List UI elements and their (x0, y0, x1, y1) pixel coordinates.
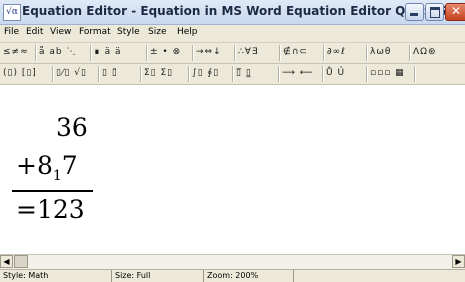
menu-size[interactable]: Size (148, 27, 166, 37)
template-palette-bar: (▯) [▯] ▯⁄▯ √▯ ▯ ▯̈ Σ▯ Σ▯ ∫▯ ∮▯ ▯̅ ▯̲ ⟶ … (0, 64, 465, 85)
maximize-button[interactable] (425, 3, 444, 21)
mixed-number-fraction-part: 7 (61, 151, 78, 180)
close-button[interactable] (445, 3, 465, 21)
products-set-theory-templates-palette[interactable]: Ů Ủ (323, 66, 368, 81)
equation-editor-app-icon: √α (3, 4, 21, 21)
labeled-arrow-templates-palette[interactable]: ⟶ ⟵ (279, 66, 324, 81)
menu-bar: File Edit View Format Style Size Help (0, 25, 465, 43)
fence-templates-palette[interactable]: (▯) [▯] (0, 66, 53, 81)
summation-templates-palette[interactable]: Σ▯ Σ▯ (141, 66, 190, 81)
embellishments-palette[interactable]: ∎ ä ä (91, 45, 147, 60)
scrollbar-thumb[interactable] (14, 255, 28, 268)
horizontal-scrollbar[interactable]: ◀ ▶ (0, 254, 465, 269)
title-bar: √α Equation Editor - Equation in MS Word… (0, 0, 465, 25)
toolbar-divider (414, 66, 415, 82)
equation-line-3: =123 (16, 195, 85, 224)
plus-sign: + (16, 151, 37, 180)
scroll-left-arrow-icon[interactable]: ◀ (0, 255, 13, 268)
status-style: Style: Math (0, 270, 112, 282)
status-bar: Style: Math Size: Full Zoom: 200% (0, 269, 465, 282)
symbol-palette-bar: ≤≠≈ ǟ ab ⋱ ∎ ä ä ± • ⊗ →⇔↓ ∴∀∃ ∉∩⊂ ∂∞ℓ λ… (0, 43, 465, 64)
menu-format[interactable]: Format (79, 27, 111, 37)
greek-lowercase-palette[interactable]: λωθ (367, 45, 411, 60)
greek-uppercase-palette[interactable]: ΛΩ⊛ (410, 45, 465, 60)
operator-symbols-palette[interactable]: ± • ⊗ (147, 45, 194, 60)
spaces-ellipses-palette[interactable]: ǟ ab ⋱ (36, 45, 91, 60)
logical-symbols-palette[interactable]: ∴∀∃ (235, 45, 281, 60)
set-theory-symbols-palette[interactable]: ∉∩⊂ (280, 45, 325, 60)
subscript-superscript-templates-palette[interactable]: ▯ ▯̈ (99, 66, 142, 81)
minimize-button[interactable] (405, 3, 424, 21)
matrix-templates-palette[interactable]: ▫▫▫ ▦ (367, 66, 416, 81)
miscellaneous-symbols-palette[interactable]: ∂∞ℓ (324, 45, 368, 60)
addition-result-line (12, 190, 93, 192)
arrow-symbols-palette[interactable]: →⇔↓ (193, 45, 236, 60)
relational-symbols-palette[interactable]: ≤≠≈ (0, 45, 36, 60)
menu-style[interactable]: Style (117, 27, 140, 37)
equation-line-2: +817 (16, 151, 78, 184)
menu-file[interactable]: File (4, 27, 19, 37)
subscript-value: 1 (52, 168, 62, 184)
menu-view[interactable]: View (50, 27, 71, 37)
underbar-overbar-templates-palette[interactable]: ▯̅ ▯̲ (233, 66, 280, 81)
mixed-number-integer-part: 8 (36, 151, 53, 180)
menu-help[interactable]: Help (177, 27, 198, 37)
scroll-right-arrow-icon[interactable]: ▶ (452, 255, 465, 268)
window-title: Equation Editor - Equation in MS Word Eq… (22, 4, 465, 18)
status-size: Size: Full (112, 270, 204, 282)
menu-edit[interactable]: Edit (26, 27, 43, 37)
equation-line-1: 36 (56, 113, 88, 142)
integral-templates-palette[interactable]: ∫▯ ∮▯ (189, 66, 234, 81)
fraction-radical-templates-palette[interactable]: ▯⁄▯ √▯ (53, 66, 100, 81)
status-zoom: Zoom: 200% (204, 270, 294, 282)
